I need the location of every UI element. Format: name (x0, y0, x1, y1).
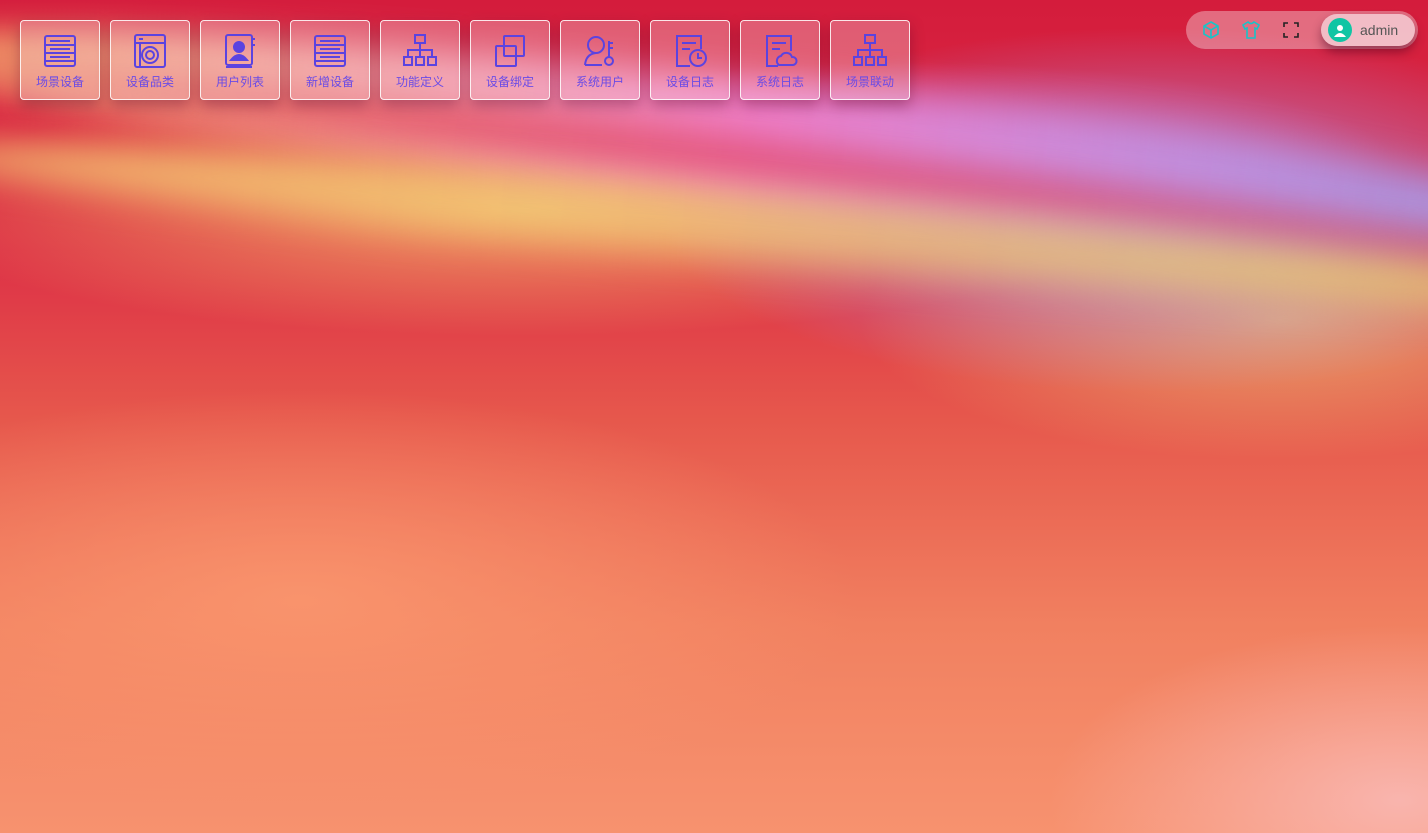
shortcut-add-device[interactable]: 新增设备 (290, 20, 370, 100)
user-avatar-icon (1328, 18, 1352, 42)
user-menu-button[interactable]: admin (1321, 14, 1415, 46)
shortcut-system-logs[interactable]: 系统日志 (740, 20, 820, 100)
log-clock-icon (672, 33, 708, 69)
shortcut-label: 系统日志 (755, 75, 804, 89)
shortcut-label: 场景联动 (845, 75, 894, 89)
copy-squares-icon (492, 33, 528, 69)
shortcut-label: 设备绑定 (485, 75, 534, 89)
fullscreen-icon[interactable] (1280, 19, 1302, 41)
shortcut-function-definition[interactable]: 功能定义 (380, 20, 460, 100)
desktop-shortcuts: 场景设备 设备品类 用户列表 新增设备 功能定义 设备绑定 系统用户 设备日志 … (20, 20, 910, 100)
shortcut-device-binding[interactable]: 设备绑定 (470, 20, 550, 100)
username-label: admin (1360, 22, 1399, 38)
contact-book-icon (222, 33, 258, 69)
shortcut-label: 新增设备 (305, 75, 354, 89)
shortcut-label: 设备日志 (665, 75, 714, 89)
shortcut-label: 功能定义 (395, 75, 444, 89)
shortcut-device-categories[interactable]: 设备品类 (110, 20, 190, 100)
user-key-icon (582, 33, 618, 69)
desktop-wallpaper: 场景设备 设备品类 用户列表 新增设备 功能定义 设备绑定 系统用户 设备日志 … (0, 0, 1428, 833)
cube-icon[interactable] (1200, 19, 1222, 41)
shortcut-system-users[interactable]: 系统用户 (560, 20, 640, 100)
shortcut-label: 设备品类 (125, 75, 174, 89)
tshirt-icon[interactable] (1240, 19, 1262, 41)
shortcut-user-list[interactable]: 用户列表 (200, 20, 280, 100)
org-chart-icon (402, 33, 438, 69)
shortcut-scene-linkage[interactable]: 场景联动 (830, 20, 910, 100)
washing-machine-icon (132, 33, 168, 69)
server-list-icon (42, 33, 78, 69)
shortcut-scene-devices[interactable]: 场景设备 (20, 20, 100, 100)
shortcut-device-logs[interactable]: 设备日志 (650, 20, 730, 100)
shortcut-label: 用户列表 (215, 75, 264, 89)
log-cloud-icon (762, 33, 798, 69)
shortcut-label: 系统用户 (575, 75, 624, 89)
server-list-icon (312, 33, 348, 69)
top-right-toolbar: admin (1186, 11, 1418, 49)
org-chart-icon (852, 33, 888, 69)
shortcut-label: 场景设备 (35, 75, 84, 89)
